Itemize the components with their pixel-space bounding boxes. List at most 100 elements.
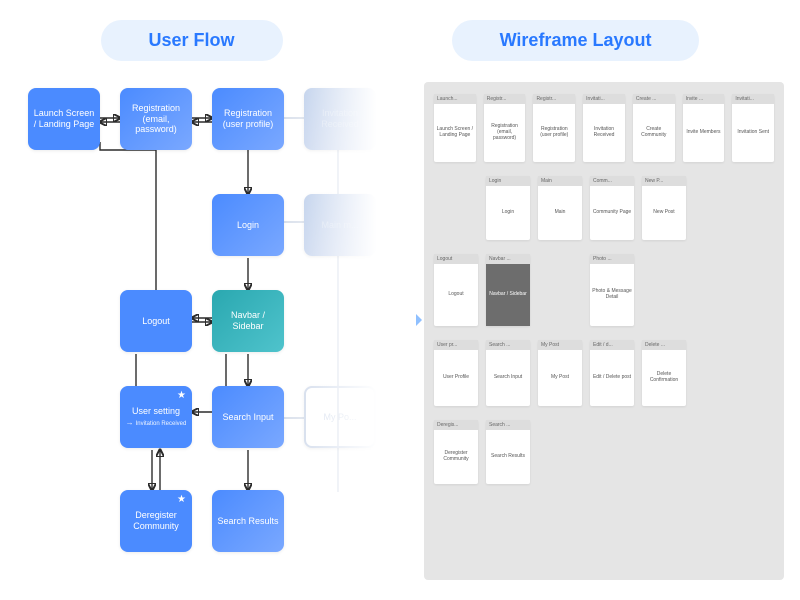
node-label: Registration (user profile) (216, 108, 280, 130)
wire-card-tab: Comm... (590, 176, 634, 186)
node-deregister-community: ★ Deregister Community (120, 490, 192, 552)
node-search-results: Search Results (212, 490, 284, 552)
wire-card: LogoutLogout (434, 254, 478, 326)
wire-card: My PostMy Post (538, 340, 582, 406)
wire-card-body: Invitation Sent (732, 104, 774, 162)
node-navbar-sidebar: Navbar / Sidebar (212, 290, 284, 352)
wire-card-body: Community Page (590, 186, 634, 240)
wire-card: New P...New Post (642, 176, 686, 240)
node-label: Launch Screen / Landing Page (32, 108, 96, 130)
wire-card-body: Navbar / Sidebar (486, 264, 530, 326)
wire-row: Launch...Launch Screen / Landing PageReg… (434, 94, 774, 162)
node-label: Search Input (222, 412, 273, 423)
wire-card-body: Login (486, 186, 530, 240)
wire-card: Navbar ...Navbar / Sidebar (486, 254, 530, 326)
wire-card: Invitati...Invitation Sent (732, 94, 774, 162)
wire-card-body: Registration (email, password) (484, 104, 526, 162)
wire-card: Create ...Create Community (633, 94, 675, 162)
wire-card-tab: Invitati... (583, 94, 625, 104)
wire-card-body: Launch Screen / Landing Page (434, 104, 476, 162)
wire-card-tab: Invitati... (732, 94, 774, 104)
wire-card-tab: Navbar ... (486, 254, 530, 264)
wire-card-tab: Launch... (434, 94, 476, 104)
star-icon: ★ (177, 390, 186, 402)
wire-row: User pr...User ProfileSearch ...Search I… (434, 340, 774, 406)
wire-card-body: Invite Members (683, 104, 725, 162)
wire-card-tab: Login (486, 176, 530, 186)
wire-card-tab: Registr... (484, 94, 526, 104)
wire-card-tab: Photo ... (590, 254, 634, 264)
node-main: Main m... (304, 194, 376, 256)
wire-card-tab: Search ... (486, 420, 530, 430)
wire-card: Comm...Community Page (590, 176, 634, 240)
wire-card: Delete ...Delete Confirmation (642, 340, 686, 406)
wire-card: Invitati...Invitation Received (583, 94, 625, 162)
node-label: Invitation Received (308, 108, 372, 130)
wire-card-body: Search Input (486, 350, 530, 406)
wire-row: LogoutLogoutNavbar ...Navbar / SidebarPh… (434, 254, 774, 326)
wire-card-tab: Registr... (533, 94, 575, 104)
wire-card-body: Create Community (633, 104, 675, 162)
node-label: User setting →Invitation Received (126, 406, 187, 429)
wire-card-tab: User pr... (434, 340, 478, 350)
wire-card-body: New Post (642, 186, 686, 240)
node-registration-profile: Registration (user profile) (212, 88, 284, 150)
wire-card: Registr...Registration (user profile) (533, 94, 575, 162)
wire-card-tab: Invite ... (683, 94, 725, 104)
wireframe-panel: Launch...Launch Screen / Landing PageReg… (424, 82, 784, 580)
star-icon: ★ (177, 494, 186, 506)
wireframe-layout-title: Wireframe Layout (452, 20, 700, 61)
wire-card: Search ...Search Input (486, 340, 530, 406)
user-flow-panel: Launch Screen / Landing Page Registratio… (16, 82, 416, 580)
fade-overlay (286, 82, 416, 580)
wire-card-tab: Create ... (633, 94, 675, 104)
node-label: My Po... (323, 412, 356, 423)
node-launch: Launch Screen / Landing Page (28, 88, 100, 150)
wire-card-body: Invitation Received (583, 104, 625, 162)
wire-card: MainMain (538, 176, 582, 240)
wire-card: Photo ...Photo & Message Detail (590, 254, 634, 326)
node-invitation-received: Invitation Received (304, 88, 376, 150)
wire-card: Search ...Search Results (486, 420, 530, 484)
node-label: Registration (email, password) (124, 103, 188, 135)
node-logout: Logout (120, 290, 192, 352)
node-registration-credentials: Registration (email, password) (120, 88, 192, 150)
section-headers: User Flow Wireframe Layout (16, 20, 784, 61)
wire-card-tab: Delete ... (642, 340, 686, 350)
node-login: Login (212, 194, 284, 256)
wire-card-body: My Post (538, 350, 582, 406)
wire-card: LoginLogin (486, 176, 530, 240)
node-label: Logout (142, 316, 170, 327)
wire-card: Edit / d...Edit / Delete post (590, 340, 634, 406)
node-label: Main m... (321, 220, 358, 231)
user-flow-title: User Flow (101, 20, 283, 61)
node-my-post: My Po... (304, 386, 376, 448)
wire-row: LoginLoginMainMainComm...Community PageN… (486, 176, 774, 240)
wire-card-body: Search Results (486, 430, 530, 484)
wire-card-body: User Profile (434, 350, 478, 406)
wire-row: Deregis...Deregister CommunitySearch ...… (434, 420, 774, 484)
wire-card-body: Deregister Community (434, 430, 478, 484)
node-label: Login (237, 220, 259, 231)
wire-card-body: Photo & Message Detail (590, 264, 634, 326)
wire-card: Invite ...Invite Members (683, 94, 725, 162)
wire-card: Registr...Registration (email, password) (484, 94, 526, 162)
node-user-setting: ★ User setting →Invitation Received (120, 386, 192, 448)
node-label: Navbar / Sidebar (216, 310, 280, 332)
wire-card-tab: Deregis... (434, 420, 478, 430)
wire-card-tab: Edit / d... (590, 340, 634, 350)
wire-card: User pr...User Profile (434, 340, 478, 406)
wire-card: Launch...Launch Screen / Landing Page (434, 94, 476, 162)
wire-card-body: Logout (434, 264, 478, 326)
node-label: Deregister Community (124, 510, 188, 532)
node-label: Search Results (217, 516, 278, 527)
wire-card-body: Main (538, 186, 582, 240)
wire-card: Deregis...Deregister Community (434, 420, 478, 484)
wire-card-body: Edit / Delete post (590, 350, 634, 406)
wire-card-body: Delete Confirmation (642, 350, 686, 406)
wire-card-tab: New P... (642, 176, 686, 186)
wire-card-tab: My Post (538, 340, 582, 350)
wire-card-tab: Search ... (486, 340, 530, 350)
wire-card-tab: Logout (434, 254, 478, 264)
node-search-input: Search Input (212, 386, 284, 448)
